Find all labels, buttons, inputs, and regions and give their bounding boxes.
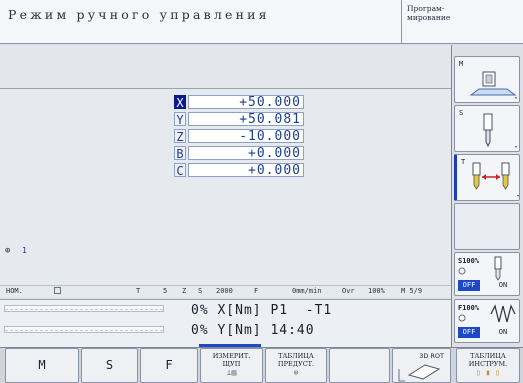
status-spindle-label: S [198, 287, 203, 295]
status-feed-value: 0mm/min [292, 287, 322, 295]
touch-probe-icon: ⊥▨ [226, 368, 237, 377]
softkey-m-function[interactable]: M [5, 348, 79, 383]
load-bar-x [4, 305, 164, 312]
softkey-tool-table[interactable]: ТАБЛИЦА ИНСТРУМ. ▯ ▮ ▯ [456, 348, 520, 383]
spindle-override-off[interactable]: OFF [458, 280, 480, 291]
status-mode: НОМ. [6, 287, 23, 295]
axis-value: +50.081 [188, 112, 304, 127]
softkey-t[interactable]: T [454, 154, 520, 201]
touch-probe-line2: ЩУП [222, 360, 241, 368]
status-override-label: Ovr [342, 287, 355, 295]
status-checkbox [54, 287, 61, 296]
mode-title: Режим ручного управления [8, 7, 270, 22]
softkey-3d-rot[interactable]: 3D ROT [392, 348, 451, 383]
status-feed-label: F [254, 287, 259, 295]
softkey-m-function-label: M [38, 358, 46, 372]
softkey-s-function[interactable]: S [81, 348, 138, 383]
3d-rot-label: 3D ROT [419, 352, 444, 360]
axis-value: +0.000 [188, 146, 304, 161]
program-mode-line1: Програм- [407, 4, 445, 13]
softkey-m[interactable]: M [454, 56, 520, 103]
tool-change-icon [472, 162, 519, 197]
status-spindle-value: 2000 [216, 287, 233, 295]
status-axis: Z [182, 287, 187, 295]
tool-table-icon: ▯ ▮ ▯ [475, 368, 501, 377]
softkey-preset-table[interactable]: ТАБЛИЦА ПРЕДУСТ. ⊕ [265, 348, 327, 383]
spindle-icon: ⊕ [5, 246, 11, 256]
axis-label: Z [174, 129, 186, 144]
softkey-row-marker [199, 344, 261, 347]
status-tool-label: T [136, 287, 141, 295]
status-tool-value: 5 [163, 287, 168, 295]
readout-line-1: 0% X[Nm] P1 -T1 [191, 303, 333, 318]
program-mode-line2: мирование [407, 13, 451, 22]
program-mode-label[interactable]: Програм- мирование [407, 4, 519, 22]
axis-label: C [174, 163, 186, 178]
info-row [0, 45, 451, 89]
axis-label: X [174, 95, 186, 110]
axis-label: B [174, 146, 186, 161]
softkey-touch-probe[interactable]: ИЗМЕРИТ. ЩУП ⊥▨ [200, 348, 263, 383]
header-divider [401, 0, 402, 44]
softkey-blank[interactable] [329, 348, 390, 383]
tilted-plane-icon [398, 364, 441, 382]
readout-line-2: 0% Y[Nm] 14:40 [191, 323, 315, 338]
feed-override-on[interactable]: ON [491, 327, 515, 338]
softkey-s-function-label: S [105, 358, 114, 372]
tool-table-line2: ИНСТРУМ. [468, 360, 508, 368]
spindle-override[interactable]: S100% OFF ON [454, 252, 520, 296]
preset-table-line2: ПРЕДУСТ. [277, 360, 315, 368]
softkey-f-function-label: F [165, 358, 173, 372]
axis-value: +0.000 [188, 163, 304, 178]
screen-machine-icon [469, 71, 517, 99]
feed-override[interactable]: F100% OFF ON [454, 299, 520, 343]
touch-probe-line1: ИЗМЕРИТ. [212, 352, 251, 360]
status-count: 1 [22, 246, 27, 255]
spindle-tool-icon [483, 113, 517, 148]
preset-table-line1: ТАБЛИЦА [278, 352, 314, 360]
status-m-functions: M 5/9 [401, 287, 423, 295]
axis-value: +50.000 [188, 95, 304, 110]
status-override-value: 100% [368, 287, 385, 295]
load-bar-y [4, 326, 164, 333]
tool-table-line1: ТАБЛИЦА [470, 352, 506, 360]
spindle-override-on[interactable]: ON [491, 280, 515, 291]
axis-value: -10.000 [188, 129, 304, 144]
axis-label: Y [174, 112, 186, 127]
softkey-empty[interactable] [454, 203, 520, 250]
preset-crosshair-icon: ⊕ [293, 368, 299, 377]
feed-override-off[interactable]: OFF [458, 327, 480, 338]
softkey-s[interactable]: S [454, 105, 520, 152]
softkey-f-function[interactable]: F [140, 348, 198, 383]
